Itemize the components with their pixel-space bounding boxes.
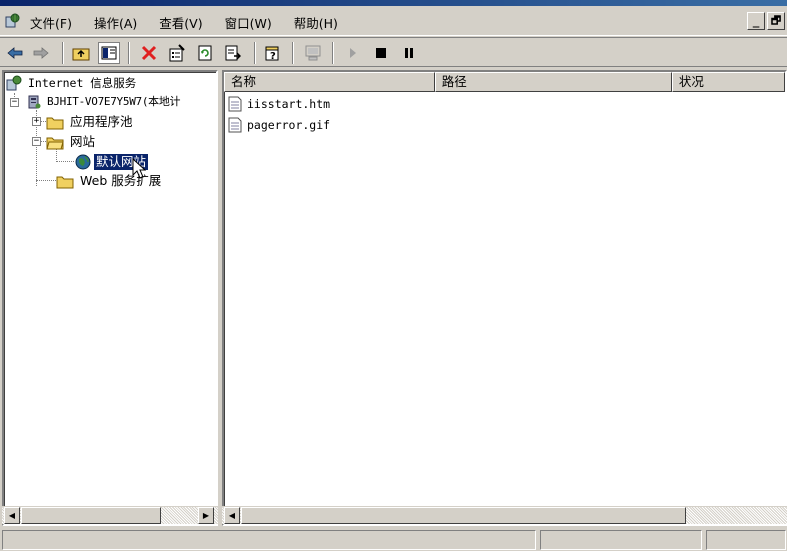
tree-label-web-ext: Web 服务扩展: [80, 173, 162, 188]
help-icon[interactable]: ?: [262, 42, 284, 64]
export-list-icon[interactable]: [222, 42, 244, 64]
list-horizontal-scrollbar[interactable]: ◀: [222, 506, 787, 524]
computer-icon: [302, 42, 324, 64]
column-header-path[interactable]: 路径: [434, 72, 672, 92]
globe-icon: [75, 154, 91, 170]
properties-icon[interactable]: [166, 42, 188, 64]
start-icon: [342, 42, 364, 64]
list-item[interactable]: iisstart.htm: [228, 94, 330, 114]
show-hide-tree-icon[interactable]: [98, 42, 120, 64]
stop-icon[interactable]: [370, 42, 392, 64]
folder-open-icon: [46, 137, 64, 150]
menu-file[interactable]: 文件(F): [30, 13, 72, 32]
column-header-name[interactable]: 名称: [224, 72, 435, 92]
tree-label-app-pools: 应用程序池: [70, 114, 133, 129]
tree-label-websites: 网站: [70, 134, 96, 149]
column-header-status[interactable]: 状况: [671, 72, 785, 92]
menu-bar: 文件(F) 操作(A) 查看(V) 窗口(W) 帮助(H) _ 🗗: [0, 6, 787, 36]
list-item[interactable]: pagerror.gif: [228, 115, 330, 135]
folder-icon: [56, 176, 74, 189]
tree-item-iis-root[interactable]: Internet 信息服务: [6, 74, 138, 92]
pause-icon[interactable]: [398, 42, 420, 64]
menu-view[interactable]: 查看(V): [159, 13, 202, 32]
status-bar: [0, 528, 787, 551]
up-folder-icon[interactable]: [70, 42, 92, 64]
iis-app-icon[interactable]: [4, 13, 20, 29]
minimize-child-button[interactable]: _: [747, 12, 765, 30]
file-name: pagerror.gif: [247, 118, 331, 132]
menu-window[interactable]: 窗口(W): [225, 13, 272, 32]
tree-label-iis-root: Internet 信息服务: [28, 76, 137, 90]
svg-text:?: ?: [270, 51, 276, 62]
tree-item-websites[interactable]: 网站: [46, 133, 97, 151]
expander-server[interactable]: −: [10, 98, 19, 107]
status-cell-main: [2, 530, 536, 550]
tree-pane[interactable]: Internet 信息服务 − BJHIT-VO7E7Y5W7(本地计 + 应用…: [2, 70, 218, 526]
menu-action[interactable]: 操作(A): [94, 13, 137, 32]
tree-item-server[interactable]: BJHIT-VO7E7Y5W7(本地计: [26, 93, 182, 111]
tree-item-web-ext[interactable]: Web 服务扩展: [56, 172, 163, 190]
expander-app-pools[interactable]: +: [32, 117, 41, 126]
folder-icon: [46, 117, 64, 130]
list-header: 名称 路径 状况: [224, 72, 785, 92]
refresh-icon[interactable]: [194, 42, 216, 64]
back-arrow-icon[interactable]: [4, 42, 26, 64]
list-pane[interactable]: 名称 路径 状况 iisstart.htm pagerror.gif: [222, 70, 787, 526]
delete-icon[interactable]: [138, 42, 160, 64]
server-icon: [28, 95, 41, 109]
forward-arrow-icon[interactable]: [30, 42, 52, 64]
file-name: iisstart.htm: [247, 97, 331, 111]
scroll-right-icon[interactable]: ▶: [198, 507, 214, 524]
status-cell-2: [540, 530, 702, 550]
scroll-left-icon[interactable]: ◀: [4, 507, 20, 524]
tree-horizontal-scrollbar[interactable]: ◀ ▶: [2, 506, 218, 524]
document-icon: [228, 96, 242, 112]
tree-label-server: BJHIT-VO7E7Y5W7(本地计: [47, 95, 181, 108]
scroll-left-icon[interactable]: ◀: [224, 507, 240, 524]
iis-root-icon: [6, 75, 22, 91]
list-scroll-thumb[interactable]: [241, 507, 686, 524]
tree-scroll-thumb[interactable]: [21, 507, 161, 524]
expander-websites[interactable]: −: [32, 137, 41, 146]
document-icon: [228, 117, 242, 133]
status-cell-3: [706, 530, 786, 550]
menu-help[interactable]: 帮助(H): [294, 13, 338, 32]
tree-item-app-pools[interactable]: 应用程序池: [46, 113, 135, 131]
toolbar: ?: [0, 37, 787, 67]
restore-child-button[interactable]: 🗗: [767, 12, 785, 30]
